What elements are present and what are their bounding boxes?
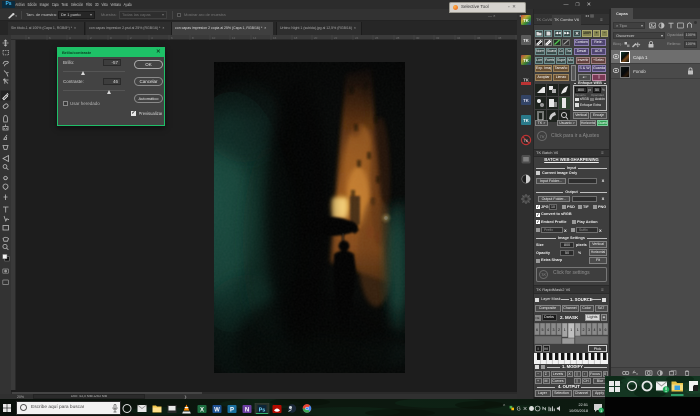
svg-text:TK: TK xyxy=(523,98,529,103)
svg-text:20: 20 xyxy=(314,36,318,40)
svg-text:28: 28 xyxy=(396,36,400,40)
svg-text:N: N xyxy=(245,407,249,413)
svg-text:Ps: Ps xyxy=(259,407,266,413)
svg-text:1: 1 xyxy=(570,328,572,332)
svg-text:6: 6 xyxy=(171,36,173,40)
svg-text:5: 5 xyxy=(542,328,544,332)
svg-text:16: 16 xyxy=(273,36,277,40)
svg-text:P: P xyxy=(230,407,234,413)
svg-text:6: 6 xyxy=(605,328,607,332)
svg-text:38: 38 xyxy=(498,36,502,40)
svg-text:3: 3 xyxy=(588,328,590,332)
svg-text:W: W xyxy=(214,407,220,413)
svg-text:10: 10 xyxy=(212,36,216,40)
svg-text:1: 1 xyxy=(564,328,566,332)
svg-text:8: 8 xyxy=(28,36,30,40)
svg-text:6: 6 xyxy=(49,36,51,40)
svg-text:4: 4 xyxy=(69,36,71,40)
svg-text:26: 26 xyxy=(375,36,379,40)
svg-text:TK: TK xyxy=(523,18,529,23)
svg-text:4: 4 xyxy=(547,328,549,332)
svg-text:34: 34 xyxy=(457,36,461,40)
svg-text:2: 2 xyxy=(90,36,92,40)
svg-text:2: 2 xyxy=(558,328,560,332)
svg-text:2: 2 xyxy=(583,328,585,332)
svg-text:3: 3 xyxy=(553,328,555,332)
svg-text:24: 24 xyxy=(355,36,359,40)
svg-text:36: 36 xyxy=(477,36,481,40)
svg-text:✕: ✕ xyxy=(523,406,527,411)
svg-text:G: G xyxy=(517,406,521,411)
svg-text:x: x xyxy=(635,371,639,376)
svg-text:TK: TK xyxy=(524,139,529,143)
svg-text:12: 12 xyxy=(232,36,236,40)
svg-text:22: 22 xyxy=(334,36,338,40)
svg-text:TK: TK xyxy=(523,78,529,83)
svg-text:TK: TK xyxy=(523,118,529,123)
svg-text:TK: TK xyxy=(523,58,529,63)
svg-text:30: 30 xyxy=(416,36,420,40)
svg-text:5: 5 xyxy=(599,328,601,332)
svg-text:4: 4 xyxy=(151,36,153,40)
svg-text:18: 18 xyxy=(294,36,298,40)
svg-text:2: 2 xyxy=(130,36,132,40)
svg-text:14: 14 xyxy=(253,36,257,40)
svg-text:32: 32 xyxy=(436,36,440,40)
svg-text:TK: TK xyxy=(523,38,529,43)
svg-text:6: 6 xyxy=(536,328,538,332)
svg-text:X: X xyxy=(200,407,204,413)
svg-text:0: 0 xyxy=(110,36,112,40)
svg-text:1: 1 xyxy=(577,328,579,332)
svg-text:8: 8 xyxy=(192,36,194,40)
svg-text:4: 4 xyxy=(594,328,596,332)
